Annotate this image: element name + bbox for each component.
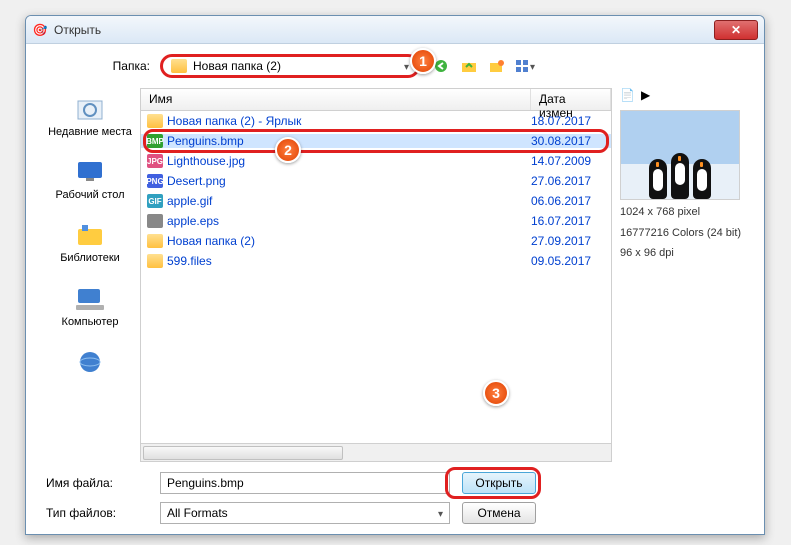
fold-icon — [147, 114, 163, 128]
folder-label: Папка: — [40, 59, 160, 73]
place-desktop[interactable]: Рабочий стол — [40, 153, 140, 206]
horizontal-scrollbar[interactable] — [141, 443, 611, 461]
place-libraries[interactable]: Библиотеки — [40, 216, 140, 269]
up-folder-icon — [461, 59, 477, 73]
preview-page-icon[interactable]: 📄 — [620, 88, 635, 106]
filetype-label: Тип файлов: — [40, 506, 160, 520]
titlebar[interactable]: 🎯 Открыть ✕ — [26, 16, 764, 44]
folder-dropdown[interactable]: Новая папка (2) — [160, 54, 420, 78]
fold-icon — [147, 234, 163, 248]
column-headers: Имя Дата измен — [141, 89, 611, 111]
chevron-down-icon — [530, 59, 535, 73]
up-button[interactable] — [458, 55, 480, 77]
cancel-button[interactable]: Отмена — [462, 502, 536, 524]
file-date: 16.07.2017 — [531, 214, 611, 228]
folder-current: Новая папка (2) — [193, 59, 281, 73]
view-mode-button[interactable] — [514, 55, 536, 77]
column-name[interactable]: Имя — [141, 89, 531, 110]
libraries-icon — [72, 220, 108, 250]
place-computer[interactable]: Компьютер — [40, 280, 140, 333]
file-name: Новая папка (2) — [167, 234, 255, 248]
new-folder-button[interactable] — [486, 55, 508, 77]
file-row[interactable]: apple.eps 16.07.2017 — [141, 211, 611, 231]
file-date: 14.07.2009 — [531, 154, 611, 168]
place-network[interactable] — [40, 343, 140, 381]
preview-next-icon[interactable]: ▶ — [641, 88, 650, 106]
file-row[interactable]: 599.files 09.05.2017 — [141, 251, 611, 271]
open-dialog: 🎯 Открыть ✕ Папка: Новая папка (2) — [25, 15, 765, 535]
places-bar: Недавние места Рабочий стол Библиотеки К… — [40, 88, 140, 462]
computer-icon — [72, 284, 108, 314]
file-name: Penguins.bmp — [167, 134, 244, 148]
file-date: 27.09.2017 — [531, 234, 611, 248]
preview-colors: 16777216 Colors (24 bit) — [620, 225, 750, 242]
chevron-down-icon — [438, 506, 443, 520]
place-label: Компьютер — [62, 316, 119, 329]
filetype-dropdown[interactable]: All Formats — [160, 502, 450, 524]
gif-icon: GIF — [147, 194, 163, 208]
place-recent[interactable]: Недавние места — [40, 90, 140, 143]
file-list: Имя Дата измен Новая папка (2) - Ярлык 18… — [140, 88, 612, 462]
chevron-down-icon — [404, 59, 409, 73]
file-row[interactable]: GIF apple.gif 06.06.2017 — [141, 191, 611, 211]
file-name: Desert.png — [167, 174, 226, 188]
file-name: apple.gif — [167, 194, 212, 208]
file-name: 599.files — [167, 254, 212, 268]
desktop-icon — [72, 157, 108, 187]
app-icon: 🎯 — [32, 22, 48, 38]
filename-label: Имя файла: — [40, 476, 160, 490]
preview-image — [620, 110, 740, 200]
file-row[interactable]: PNG Desert.png 27.06.2017 — [141, 171, 611, 191]
back-icon — [434, 59, 448, 73]
png-icon: PNG — [147, 174, 163, 188]
open-button[interactable]: Открыть — [462, 472, 536, 494]
place-label: Рабочий стол — [55, 189, 124, 202]
filename-input[interactable] — [160, 472, 450, 494]
preview-dimensions: 1024 x 768 pixel — [620, 204, 750, 221]
filetype-value: All Formats — [167, 506, 228, 520]
file-name: Lighthouse.jpg — [167, 154, 245, 168]
fold-icon — [147, 254, 163, 268]
bmp-icon: BMP — [147, 134, 163, 148]
close-button[interactable]: ✕ — [714, 20, 758, 40]
folder-icon — [171, 59, 187, 73]
file-date: 06.06.2017 — [531, 194, 611, 208]
file-row[interactable]: Новая папка (2) 27.09.2017 — [141, 231, 611, 251]
file-row[interactable]: Новая папка (2) - Ярлык 18.07.2017 — [141, 111, 611, 131]
file-date: 27.06.2017 — [531, 174, 611, 188]
file-row[interactable]: BMP Penguins.bmp 30.08.2017 — [141, 131, 611, 151]
window-title: Открыть — [54, 23, 101, 37]
network-icon — [72, 347, 108, 377]
column-date[interactable]: Дата измен — [531, 89, 611, 110]
file-row[interactable]: JPG Lighthouse.jpg 14.07.2009 — [141, 151, 611, 171]
scrollbar-thumb[interactable] — [143, 446, 343, 460]
navigation-toolbar — [430, 55, 536, 77]
place-label: Библиотеки — [60, 252, 120, 265]
file-date: 09.05.2017 — [531, 254, 611, 268]
preview-pane: 📄 ▶ 1024 x 768 pixel 16777216 Colors (24… — [620, 88, 750, 462]
new-folder-icon — [489, 59, 505, 73]
file-name: apple.eps — [167, 214, 219, 228]
file-date: 30.08.2017 — [531, 134, 611, 148]
recent-icon — [72, 94, 108, 124]
place-label: Недавние места — [48, 126, 132, 139]
callout-3: 3 — [483, 380, 509, 406]
eps-icon — [147, 214, 163, 228]
view-mode-icon — [515, 59, 530, 73]
file-name: Новая папка (2) - Ярлык — [167, 114, 301, 128]
preview-dpi: 96 x 96 dpi — [620, 245, 750, 262]
file-date: 18.07.2017 — [531, 114, 611, 128]
callout-2: 2 — [275, 137, 301, 163]
callout-1: 1 — [410, 48, 436, 74]
jpg-icon: JPG — [147, 154, 163, 168]
